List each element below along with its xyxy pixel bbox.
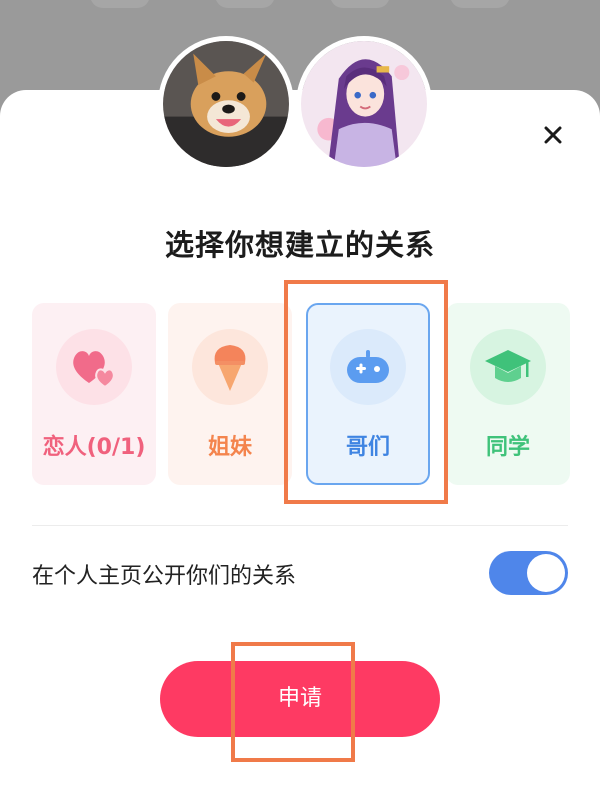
hearts-icon-circle xyxy=(56,329,132,405)
relationship-label: 姐妹 xyxy=(207,435,252,460)
graduation-cap-icon xyxy=(485,350,531,382)
dog-avatar-image xyxy=(163,41,289,167)
relationship-card-sister[interactable]: 姐妹 xyxy=(168,303,292,485)
ice-cream-icon-circle xyxy=(192,329,268,405)
apply-button-highlight xyxy=(231,642,355,762)
dog-avatar xyxy=(158,36,294,172)
relationship-label: 同学 xyxy=(485,435,530,460)
relationship-card-lover[interactable]: 恋人(0/1) xyxy=(32,303,156,485)
background-item xyxy=(215,0,275,8)
background-item xyxy=(450,0,510,8)
selected-card-highlight xyxy=(284,280,448,504)
ice-cream-icon xyxy=(214,345,246,391)
hearts-icon xyxy=(73,351,115,389)
public-relationship-toggle[interactable] xyxy=(489,551,568,595)
close-icon xyxy=(544,126,562,144)
anime-avatar-image xyxy=(301,41,427,167)
graduation-cap-icon-circle xyxy=(470,329,546,405)
relationship-label: 恋人(0/1) xyxy=(42,435,146,460)
relationship-card-classmate[interactable]: 同学 xyxy=(446,303,570,485)
public-relationship-label: 在个人主页公开你们的关系 xyxy=(32,564,297,589)
dialog-title: 选择你想建立的关系 xyxy=(164,228,435,262)
background-item xyxy=(90,0,150,8)
divider xyxy=(32,525,568,526)
toggle-knob xyxy=(527,554,565,592)
close-button[interactable] xyxy=(538,120,568,150)
background-item xyxy=(330,0,390,8)
anime-avatar xyxy=(296,36,432,172)
